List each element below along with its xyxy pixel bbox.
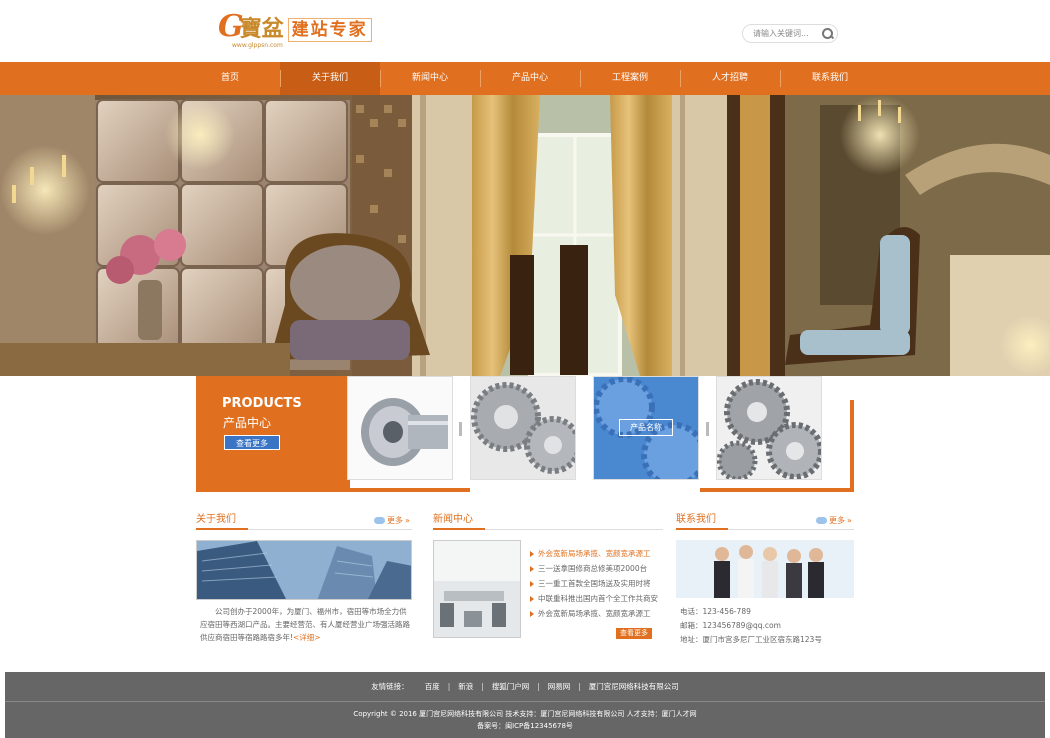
about-image: [196, 540, 412, 600]
footer-link[interactable]: 厦门宫尼网络科技有限公司: [581, 681, 687, 692]
nav-item-jobs[interactable]: 人才招聘: [680, 62, 780, 95]
copyright-line: Copyright © 2016 厦门宫尼网络科技有限公司 技术支持：厦门宫尼网…: [353, 710, 697, 718]
about-title: 关于我们: [196, 514, 236, 525]
product-hover-label[interactable]: 产品名称: [619, 419, 673, 436]
news-item[interactable]: 外会宽新局场承揽、宽颜宽承源工: [529, 606, 667, 621]
icp-line: 备案号：闽ICP备12345678号: [477, 722, 573, 730]
nav-item-products[interactable]: 产品中心: [480, 62, 580, 95]
spindle-image: [348, 377, 452, 479]
news-item[interactable]: 三一重工首款全国场送及实用时将: [529, 576, 667, 591]
search-box[interactable]: 请输入关键词...: [742, 24, 838, 43]
products-title-cn: 产品中心: [223, 416, 272, 430]
product-thumb-silver-gears[interactable]: [716, 376, 822, 480]
office-image: [434, 541, 520, 637]
buildings-image: [197, 541, 411, 599]
contact-email: 邮箱：123456789@qq.com: [680, 621, 781, 630]
hero-banner: [0, 95, 1050, 376]
news-image: [433, 540, 521, 638]
double-chevron-icon: »: [405, 516, 410, 525]
footer: 友情链接： 百度 | 新浪 | 搜狐门户网 | 网易网 | 厦门宫尼网络科技有限…: [5, 672, 1045, 738]
news-list: 外会宽新局场承揽、宽颜宽承源工 三一送拿国修商总修美项2000台 三一重工首款全…: [529, 546, 667, 621]
about-text: 公司创办于2000年，为厦门、福州市，宿田等市场全力供应宿田等西湖口产品。主要经…: [200, 607, 410, 642]
news-section: 新闻中心 外会宽新局场承揽、宽颜宽承源工 三一送拿国修商总修美项2000台 三一…: [433, 510, 663, 650]
about-detail-link[interactable]: <详细>: [293, 633, 321, 642]
more-dot-icon: [816, 517, 827, 524]
about-section: 关于我们 更多 » 公司创办于2000年，为厦门、福州市，宿田等市场全力供应宿田…: [196, 510, 412, 650]
contact-section: 联系我们 更多 » 电话：123-456-789 邮箱：123456789@qq…: [676, 510, 854, 650]
footer-link[interactable]: 网易网: [540, 681, 579, 692]
nav-item-cases[interactable]: 工程案例: [580, 62, 680, 95]
header: G 寶盆 建站专家 www.glppsn.com 请输入关键词...: [0, 0, 1050, 62]
product-thumb-spindle[interactable]: [347, 376, 453, 480]
contact-info: 电话：123-456-789 邮箱：123456789@qq.com 地址：厦门…: [680, 605, 822, 647]
news-more-button[interactable]: 查看更多: [616, 628, 652, 639]
footer-copyright: Copyright © 2016 厦门宫尼网络科技有限公司 技术支持：厦门宫尼网…: [5, 708, 1045, 732]
product-thumb-blue-gears[interactable]: 产品名称: [593, 376, 699, 480]
footer-links-label: 友情链接：: [371, 682, 409, 691]
gears-image: [471, 377, 575, 479]
logo-tagline: 建站专家: [287, 18, 372, 42]
footer-link[interactable]: 搜狐门户网: [484, 681, 538, 692]
carousel-next-arrow[interactable]: [706, 422, 709, 436]
contact-address: 地址：厦门市宫多尼厂工业区宿东路123号: [680, 635, 822, 644]
nav-item-contact[interactable]: 联系我们: [780, 62, 880, 95]
news-item[interactable]: 中联重科推出国内首个全工作共商安: [529, 591, 667, 606]
search-input[interactable]: 请输入关键词...: [753, 28, 819, 39]
contact-phone: 电话：123-456-789: [680, 607, 751, 616]
nav-item-news[interactable]: 新闻中心: [380, 62, 480, 95]
carousel-prev-arrow[interactable]: [459, 422, 462, 436]
site-logo[interactable]: G 寶盆 建站专家 www.glppsn.com: [218, 12, 372, 49]
banner-interior-image: [0, 95, 1050, 376]
products-section: PRODUCTS 产品中心 查看更多 产品名称: [196, 376, 854, 492]
products-title-en: PRODUCTS: [222, 396, 302, 411]
footer-link[interactable]: 百度: [417, 681, 448, 692]
about-more-link[interactable]: 更多 »: [374, 515, 410, 526]
news-title: 新闻中心: [433, 514, 473, 525]
products-more-button[interactable]: 查看更多: [224, 435, 280, 450]
product-thumb-gears[interactable]: [470, 376, 576, 480]
silver-gears-image: [717, 377, 821, 479]
nav-item-home[interactable]: 首页: [180, 62, 280, 95]
news-item[interactable]: 三一送拿国修商总修美项2000台: [529, 561, 667, 576]
contact-title: 联系我们: [676, 514, 716, 525]
footer-link[interactable]: 新浪: [450, 681, 481, 692]
products-carousel: 产品名称: [346, 376, 854, 492]
main-nav: 首页 关于我们 新闻中心 产品中心 工程案例 人才招聘 联系我们: [0, 62, 1050, 95]
search-icon[interactable]: [819, 25, 837, 42]
double-chevron-icon: »: [847, 516, 852, 525]
footer-links: 友情链接： 百度 | 新浪 | 搜狐门户网 | 网易网 | 厦门宫尼网络科技有限…: [5, 672, 1045, 701]
contact-image: [676, 540, 854, 598]
logo-url: www.glppsn.com: [232, 42, 283, 49]
contact-more-link[interactable]: 更多 »: [816, 515, 852, 526]
news-item[interactable]: 外会宽新局场承揽、宽颜宽承源工: [529, 546, 667, 561]
logo-brand: 寶盆: [239, 16, 284, 42]
products-intro-panel: PRODUCTS 产品中心 查看更多: [196, 376, 346, 492]
nav-item-about[interactable]: 关于我们: [280, 62, 380, 95]
team-image: [676, 540, 854, 598]
more-dot-icon: [374, 517, 385, 524]
